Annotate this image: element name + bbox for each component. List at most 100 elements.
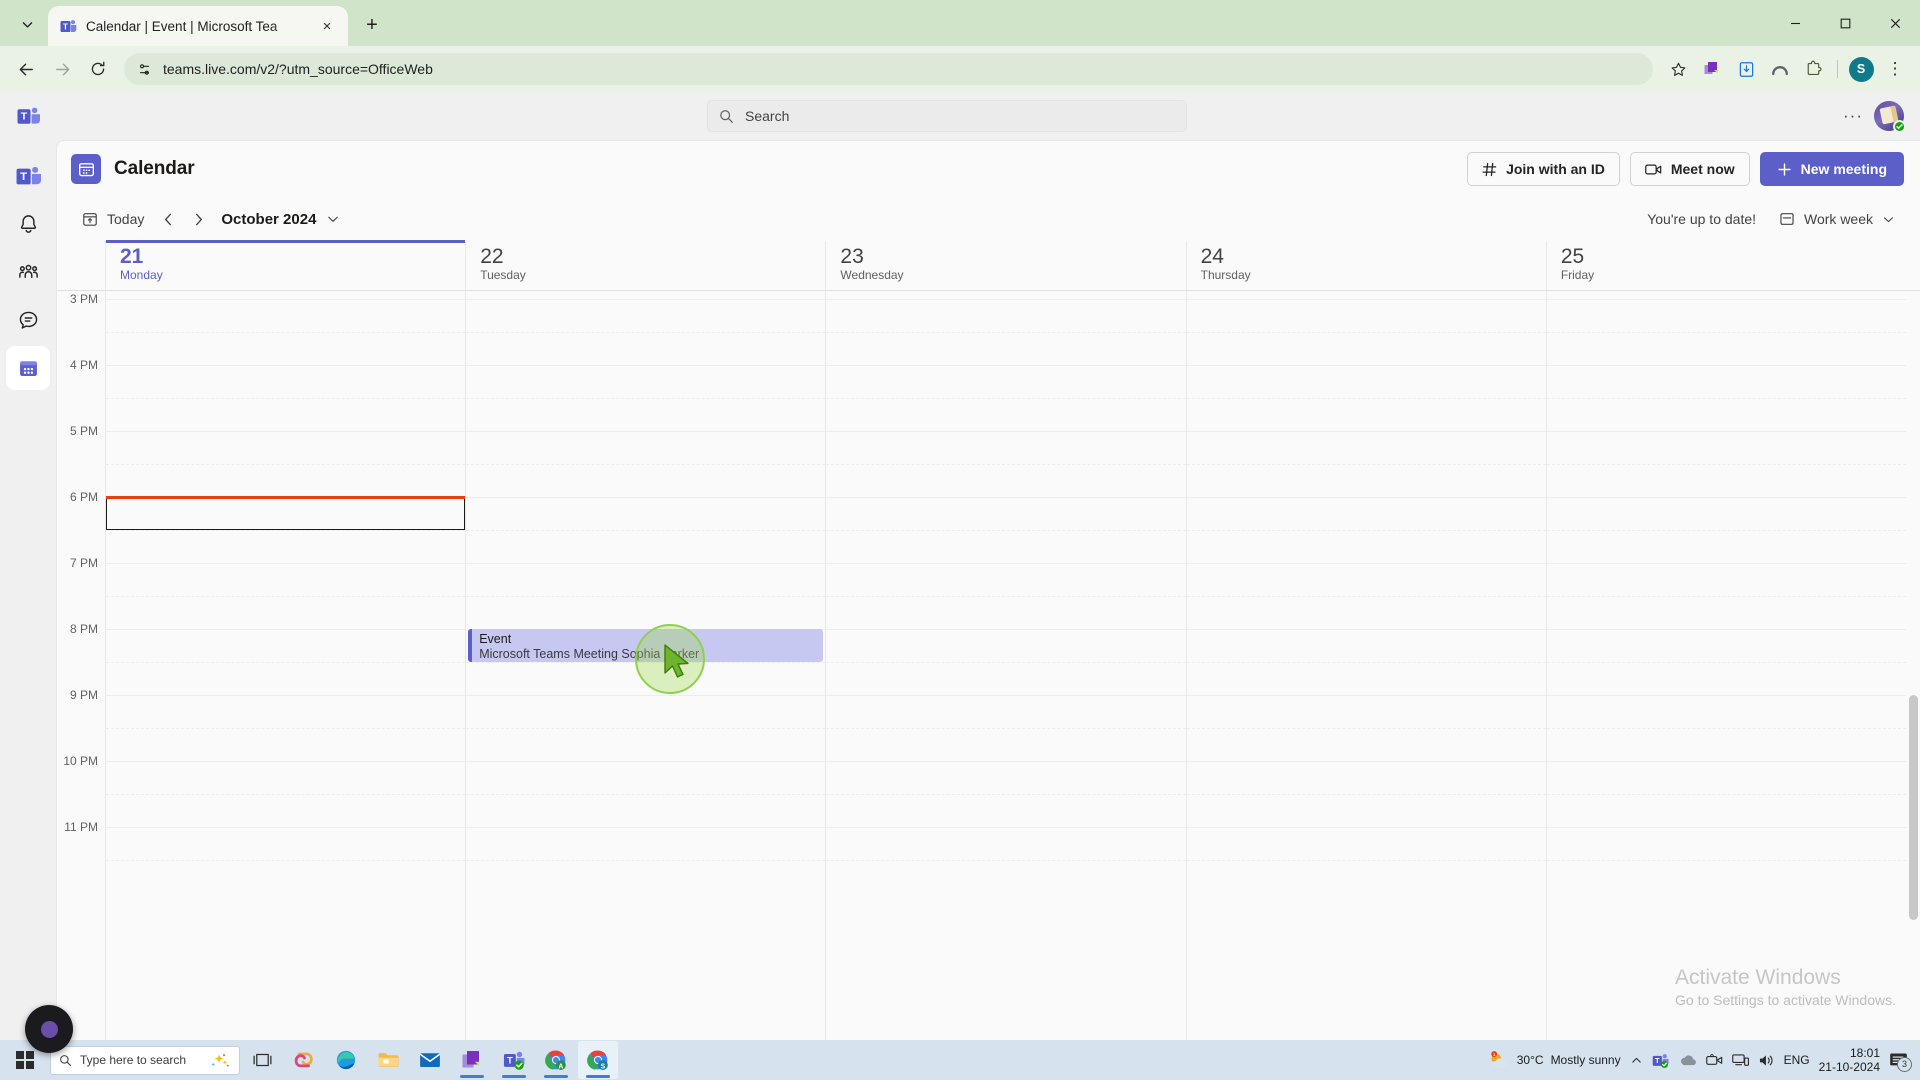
- window-maximize-button[interactable]: [1820, 0, 1870, 46]
- day-number: 24: [1200, 245, 1224, 268]
- rainbow-arc-icon[interactable]: [1764, 53, 1796, 85]
- sidebar-item-activity[interactable]: [6, 202, 50, 246]
- extensions-puzzle-icon[interactable]: [1798, 53, 1830, 85]
- tab-close-icon[interactable]: ×: [316, 15, 338, 37]
- half-hour-gridline: [1186, 398, 1546, 399]
- sidebar-item-communities[interactable]: [6, 250, 50, 294]
- taskbar-chrome-profile-s-icon[interactable]: S: [578, 1041, 618, 1079]
- hour-gridline: [1186, 761, 1546, 762]
- clock[interactable]: 18:01 21-10-2024: [1819, 1046, 1880, 1074]
- hour-gridline: [106, 299, 466, 300]
- event-title: Event: [479, 632, 512, 646]
- taskbar-search-input[interactable]: Type here to search: [50, 1045, 240, 1075]
- half-hour-gridline: [826, 794, 1186, 795]
- reload-icon[interactable]: [81, 52, 115, 86]
- notification-center-icon[interactable]: 3: [1889, 1052, 1912, 1072]
- hour-gridline: [1546, 629, 1907, 630]
- half-hour-gridline: [1546, 662, 1907, 663]
- day-columns[interactable]: Event Microsoft Teams Meeting Sophia park…: [105, 291, 1920, 1040]
- hour-gridline: [106, 695, 466, 696]
- taskbar-edge-icon[interactable]: [326, 1041, 366, 1079]
- today-button[interactable]: Today: [73, 203, 153, 235]
- day-header-thursday[interactable]: 24 Thursday: [1185, 241, 1546, 290]
- day-column-friday[interactable]: [1545, 291, 1907, 1040]
- calendar-event[interactable]: Event Microsoft Teams Meeting Sophia park…: [468, 629, 824, 662]
- day-header-wednesday[interactable]: 23 Wednesday: [825, 241, 1185, 290]
- taskbar-office-icon[interactable]: [452, 1041, 492, 1079]
- taskbar-teams-icon[interactable]: T: [494, 1041, 534, 1079]
- time-label: 5 PM: [69, 424, 98, 438]
- view-chevron-down-icon: [1882, 213, 1895, 226]
- day-column-tuesday[interactable]: Event Microsoft Teams Meeting Sophia park…: [465, 291, 826, 1040]
- previous-week-button[interactable]: [153, 204, 183, 234]
- today-label: Today: [107, 211, 145, 227]
- show-hidden-icons-chevron[interactable]: [1630, 1054, 1643, 1067]
- page-settings-icon[interactable]: [136, 61, 153, 78]
- screen-recorder-indicator[interactable]: [25, 1005, 73, 1053]
- browser-tab-strip: T Calendar | Event | Microsoft Tea × +: [0, 0, 1920, 46]
- office-extension-icon[interactable]: [1696, 53, 1728, 85]
- tray-weather[interactable]: 1 30°C Mostly sunny: [1488, 1051, 1621, 1069]
- sidebar-item-teams-logo[interactable]: T: [6, 154, 50, 198]
- keyboard-language-indicator[interactable]: ENG: [1784, 1053, 1810, 1067]
- half-hour-gridline: [1186, 860, 1546, 861]
- new-tab-button[interactable]: +: [357, 10, 387, 40]
- next-week-button[interactable]: [183, 204, 213, 234]
- view-picker[interactable]: Work week: [1772, 203, 1902, 235]
- vertical-scrollbar[interactable]: [1909, 695, 1918, 921]
- taskbar-mail-icon[interactable]: [410, 1041, 450, 1079]
- browser-toolbar: teams.live.com/v2/?utm_source=OfficeWeb …: [0, 46, 1920, 92]
- taskbar-copilot-icon[interactable]: [284, 1041, 324, 1079]
- taskbar-file-explorer-icon[interactable]: [368, 1041, 408, 1079]
- current-month-label: October 2024: [221, 210, 317, 228]
- half-hour-gridline: [1186, 332, 1546, 333]
- current-time-indicator: [106, 496, 466, 499]
- browser-profile-avatar[interactable]: S: [1845, 53, 1877, 85]
- day-header-friday[interactable]: 25 Friday: [1545, 241, 1906, 290]
- save-to-drive-icon[interactable]: [1730, 53, 1762, 85]
- new-meeting-button[interactable]: New meeting: [1759, 152, 1904, 186]
- copilot-sparkle-icon[interactable]: [209, 1053, 231, 1068]
- forward-arrow-icon[interactable]: [45, 52, 79, 86]
- meet-now-icon[interactable]: [1705, 1053, 1723, 1067]
- new-meeting-label: New meeting: [1800, 161, 1887, 177]
- day-column-thursday[interactable]: [1185, 291, 1546, 1040]
- day-header-monday[interactable]: 21 Monday: [105, 240, 466, 290]
- tab-search-chevron-icon[interactable]: [10, 7, 44, 41]
- time-label: 7 PM: [69, 556, 98, 570]
- taskbar-task-view-icon[interactable]: [242, 1041, 282, 1079]
- avatar[interactable]: [1874, 101, 1906, 133]
- hour-gridline: [1546, 431, 1907, 432]
- day-column-wednesday[interactable]: [825, 291, 1186, 1040]
- back-arrow-icon[interactable]: [9, 52, 43, 86]
- taskbar-chrome-profile-a-icon[interactable]: A: [536, 1041, 576, 1079]
- network-icon[interactable]: [1731, 1053, 1749, 1067]
- selected-time-slot[interactable]: [106, 497, 466, 530]
- sidebar-item-chat[interactable]: [6, 298, 50, 342]
- volume-icon[interactable]: [1758, 1053, 1775, 1068]
- sidebar-item-calendar[interactable]: [6, 346, 50, 390]
- day-header-tuesday[interactable]: 22 Tuesday: [465, 241, 825, 290]
- search-input[interactable]: Search: [707, 100, 1187, 132]
- bookmark-star-icon[interactable]: [1662, 53, 1694, 85]
- join-with-id-button[interactable]: Join with an ID: [1467, 152, 1620, 186]
- half-hour-gridline: [1546, 530, 1907, 531]
- calendar-scroll-area[interactable]: 3 PM 4 PM 5 PM 6 PM 7 PM 8 PM 9 PM 10 PM 11 PM E…: [57, 291, 1920, 1040]
- browser-menu-icon[interactable]: ⋮: [1879, 53, 1911, 85]
- month-chevron-down-icon[interactable]: [320, 206, 346, 232]
- page-title: Calendar: [114, 158, 195, 179]
- teams-logo-icon: T: [0, 105, 56, 128]
- window-close-button[interactable]: [1870, 0, 1920, 46]
- day-column-monday[interactable]: [105, 291, 466, 1040]
- meet-now-button[interactable]: Meet now: [1629, 152, 1750, 186]
- address-bar[interactable]: teams.live.com/v2/?utm_source=OfficeWeb: [124, 53, 1653, 85]
- teams-tray-icon[interactable]: T: [1652, 1052, 1669, 1069]
- time-label: 8 PM: [69, 622, 98, 636]
- window-minimize-button[interactable]: [1770, 0, 1820, 46]
- hour-gridline: [466, 431, 826, 432]
- windows-taskbar: Type here to search T A S 1 30°C Mostly …: [0, 1040, 1920, 1080]
- half-hour-gridline: [1186, 794, 1546, 795]
- settings-and-more-icon[interactable]: ···: [1838, 101, 1868, 131]
- onedrive-icon[interactable]: [1678, 1053, 1697, 1067]
- browser-tab[interactable]: T Calendar | Event | Microsoft Tea ×: [48, 6, 348, 46]
